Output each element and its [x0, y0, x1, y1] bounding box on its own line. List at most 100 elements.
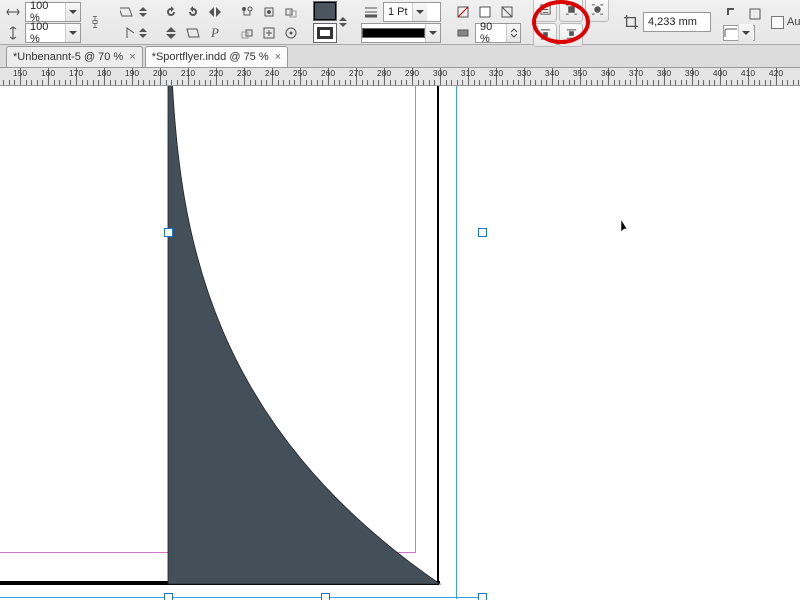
tint-icon	[453, 23, 473, 43]
stroke-style-field[interactable]	[361, 23, 441, 43]
select-prev-icon[interactable]	[281, 2, 301, 22]
stroke-swatch[interactable]	[313, 23, 337, 43]
ruler-label: 160	[41, 68, 55, 78]
scale-group: 100 % 100 %	[0, 2, 108, 43]
select-next-icon[interactable]	[237, 23, 257, 43]
measure-field[interactable]: 4,233 mm	[643, 12, 711, 32]
ruler-label: 290	[405, 68, 419, 78]
ruler-label: 310	[461, 68, 475, 78]
ruler-label: 390	[685, 68, 699, 78]
ruler-label: 210	[181, 68, 195, 78]
skew-icon[interactable]	[183, 23, 203, 43]
apply-color-icon[interactable]	[475, 2, 495, 22]
selection-handle[interactable]	[321, 593, 330, 600]
char-paragraph-toggle[interactable]: P	[205, 23, 225, 43]
wrap-bounding-icon[interactable]	[559, 0, 583, 22]
ruler-label: 380	[657, 68, 671, 78]
rotate-ccw-icon[interactable]	[161, 2, 181, 22]
tint-group: 90 %	[450, 2, 524, 43]
text-wrap-group	[530, 0, 612, 47]
chevron-down-icon[interactable]	[65, 24, 80, 42]
document-tab[interactable]: *Sportflyer.indd @ 75 % ×	[145, 46, 288, 67]
corner-dropdown-icon[interactable]	[745, 4, 765, 24]
selection-handle[interactable]	[164, 593, 173, 600]
select-container-icon[interactable]	[237, 2, 257, 22]
fit-content-icon[interactable]	[259, 23, 279, 43]
chevron-down-icon[interactable]	[412, 3, 427, 21]
wrap-jump-icon[interactable]	[533, 23, 557, 47]
corner-shape-field[interactable]	[723, 25, 755, 41]
ruler-label: 220	[209, 68, 223, 78]
horizontal-ruler[interactable]: 1401501601701801902002102202302402502602…	[0, 68, 800, 86]
page-viewport[interactable]	[0, 86, 800, 600]
corner-shape-icon	[724, 28, 738, 38]
wrap-none-icon[interactable]	[533, 0, 557, 22]
fill-swatch[interactable]	[313, 1, 337, 21]
apply-gradient-icon[interactable]	[497, 2, 517, 22]
rotate-cw-icon[interactable]	[183, 2, 203, 22]
chevron-down-icon[interactable]	[425, 24, 440, 42]
ruler-label: 260	[321, 68, 335, 78]
scale-y-field[interactable]: 100 %	[25, 23, 81, 43]
ruler-label: 170	[69, 68, 83, 78]
scale-x-field[interactable]: 100 %	[25, 2, 81, 22]
ruler-label: 180	[97, 68, 111, 78]
ruler-label: 350	[573, 68, 587, 78]
selection-handle[interactable]	[478, 228, 487, 237]
ruler-label: 300	[433, 68, 447, 78]
ruler-label: 150	[13, 68, 27, 78]
curved-shape-object[interactable]	[80, 86, 460, 596]
scale-y-value: 100 %	[26, 21, 65, 45]
auto-fit-checkbox[interactable]: Autom	[771, 16, 800, 29]
stroke-style-preview	[362, 28, 425, 38]
crop-measure-group: 4,233 mm	[618, 12, 714, 32]
shear-rotate-group	[114, 2, 152, 43]
flip-vertical-icon[interactable]	[161, 23, 181, 43]
checkbox-icon	[771, 16, 784, 29]
crop-icon[interactable]	[621, 12, 641, 32]
chevron-down-icon[interactable]	[738, 24, 753, 42]
chevron-down-icon[interactable]	[65, 3, 80, 21]
ruler-label: 230	[237, 68, 251, 78]
corner-options-icon[interactable]	[723, 4, 743, 24]
stepper[interactable]	[139, 7, 149, 17]
ruler-label: 190	[125, 68, 139, 78]
corner-group	[720, 4, 768, 41]
stepper[interactable]	[139, 28, 149, 38]
cursor-icon	[621, 219, 633, 238]
wrap-next-col-icon[interactable]	[559, 23, 583, 47]
selection-handle[interactable]	[164, 228, 173, 237]
ruler-label: 250	[293, 68, 307, 78]
stroke-weight-field[interactable]: 1 Pt	[383, 2, 441, 22]
apply-none-icon[interactable]	[453, 2, 473, 22]
close-icon[interactable]: ×	[129, 51, 135, 63]
measure-value: 4,233 mm	[644, 16, 701, 28]
constrain-proportions-icon[interactable]	[85, 12, 105, 32]
select-content-icon[interactable]	[259, 2, 279, 22]
flip-horizontal-icon[interactable]	[205, 2, 225, 22]
ruler-label: 330	[517, 68, 531, 78]
tint-value: 90 %	[476, 21, 506, 45]
document-tab[interactable]: *Unbenannt-5 @ 70 % ×	[6, 46, 143, 67]
close-icon[interactable]: ×	[275, 51, 281, 63]
tab-label: *Sportflyer.indd @ 75 %	[152, 51, 269, 63]
ruler-label: 280	[377, 68, 391, 78]
stroke-group: 1 Pt	[358, 2, 444, 43]
ruler-label: 420	[769, 68, 783, 78]
control-panel: 100 % 100 %	[0, 0, 800, 45]
ruler-label: 200	[153, 68, 167, 78]
wrap-shape-icon[interactable]	[585, 0, 609, 22]
height-scale-icon	[3, 23, 23, 43]
rotate-angle-icon	[117, 23, 137, 43]
auto-fit-label: Autom	[787, 16, 800, 28]
tint-field[interactable]: 90 %	[475, 23, 521, 43]
swap-fill-stroke-icon[interactable]	[339, 17, 349, 27]
shear-x-icon	[117, 2, 137, 22]
ruler-label: 320	[489, 68, 503, 78]
transform-buttons: P	[158, 2, 228, 43]
center-content-icon[interactable]	[281, 23, 301, 43]
tab-label: *Unbenannt-5 @ 70 %	[13, 51, 123, 63]
fill-stroke-group	[310, 1, 352, 43]
tint-stepper-icon[interactable]	[506, 24, 520, 42]
selection-handle[interactable]	[478, 593, 487, 600]
